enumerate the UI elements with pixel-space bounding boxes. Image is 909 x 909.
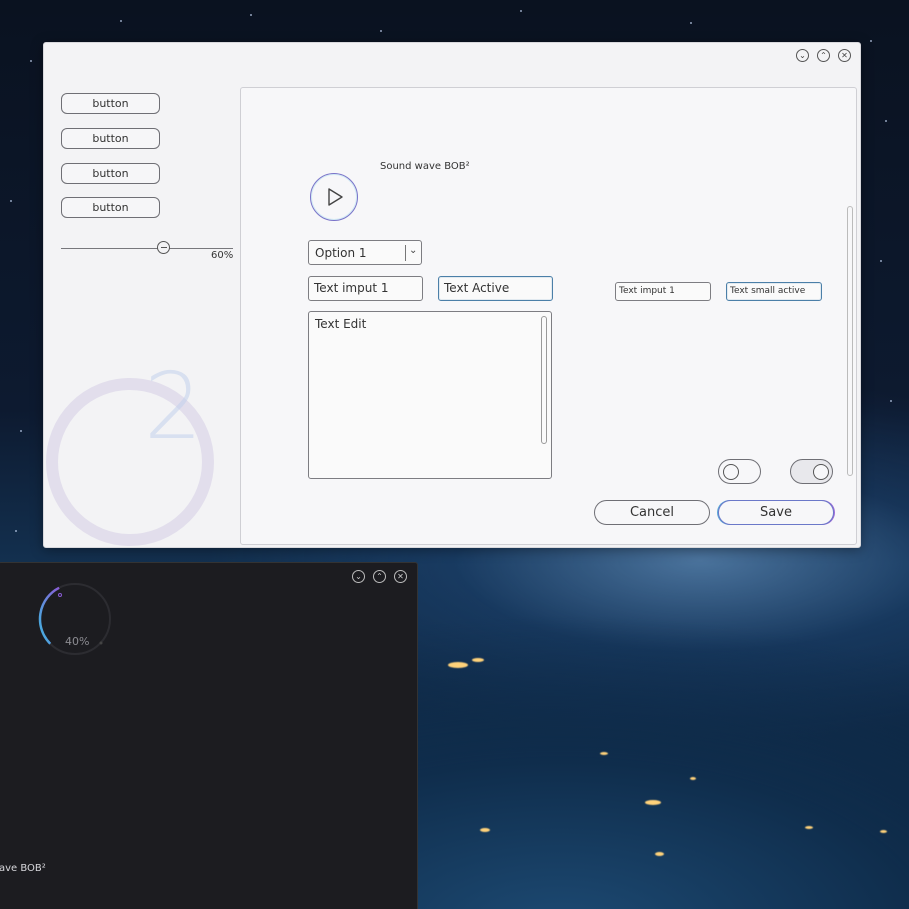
- dial-indicator: [58, 593, 62, 597]
- slider-value: 60%: [211, 250, 234, 261]
- close-icon: ✕: [397, 571, 404, 581]
- option-dropdown[interactable]: Option 1 ⌄: [308, 240, 422, 265]
- dropdown-value: Option 1: [315, 246, 367, 260]
- light-window: ⌄ ⌃ ✕ 2 button button button button 60% …: [43, 42, 861, 548]
- toggle-knob: [723, 464, 739, 480]
- panel-scrollbar[interactable]: [847, 206, 853, 476]
- window-controls: ⌄ ⌃ ✕: [796, 49, 851, 62]
- side-button-3[interactable]: button: [61, 163, 160, 184]
- chevron-up-icon: ⌃: [376, 571, 383, 581]
- maximize-button[interactable]: ⌃: [373, 570, 386, 583]
- text-edit-area[interactable]: Text Edit: [308, 311, 552, 479]
- slider-handle[interactable]: [157, 241, 171, 254]
- text-input-small-active[interactable]: Text small active: [726, 282, 822, 301]
- maximize-button[interactable]: ⌃: [817, 49, 830, 62]
- side-button-1[interactable]: button: [61, 93, 160, 114]
- minimize-button[interactable]: ⌄: [352, 570, 365, 583]
- close-button[interactable]: ✕: [394, 570, 407, 583]
- play-button[interactable]: [310, 173, 358, 221]
- cancel-button[interactable]: Cancel: [594, 500, 710, 525]
- chevron-up-icon: ⌃: [820, 50, 827, 60]
- dial-arc: [38, 586, 60, 645]
- chevron-down-icon: ⌄: [355, 571, 362, 581]
- toggle-off[interactable]: [718, 459, 761, 484]
- window-controls: ⌄ ⌃ ✕: [352, 570, 407, 583]
- content-panel: Sound wave BOB² Option 1 ⌄ Text imput 1 …: [240, 87, 857, 545]
- decorative-logo-2: 2: [144, 353, 203, 460]
- play-icon: [328, 188, 343, 206]
- toggle-knob: [813, 464, 829, 480]
- dropdown-separator: [405, 245, 406, 261]
- minimize-button[interactable]: ⌄: [796, 49, 809, 62]
- sound-wave-title: ave BOB²: [0, 863, 46, 874]
- text-edit-scrollbar[interactable]: [541, 316, 547, 444]
- chevron-down-icon: ⌄: [409, 245, 418, 256]
- dial-end-marker: [99, 641, 103, 645]
- side-button-2[interactable]: button: [61, 128, 160, 149]
- dial-value: 40%: [65, 635, 90, 648]
- side-button-4[interactable]: button: [61, 197, 160, 218]
- sound-wave-visualizer: [12, 885, 350, 909]
- text-edit-content: Text Edit: [315, 317, 367, 331]
- close-icon: ✕: [841, 50, 848, 60]
- save-button[interactable]: Save: [718, 500, 834, 525]
- sound-wave-visualizer: [381, 196, 770, 224]
- chevron-down-icon: ⌄: [799, 50, 806, 60]
- text-input-small[interactable]: Text imput 1: [615, 282, 711, 301]
- text-input-1[interactable]: Text imput 1: [308, 276, 423, 301]
- slider-track[interactable]: [61, 248, 233, 249]
- toggle-on[interactable]: [790, 459, 833, 484]
- close-button[interactable]: ✕: [838, 49, 851, 62]
- dark-window: ⌄ ⌃ ✕ 40% ave BOB²: [0, 562, 418, 909]
- text-input-active[interactable]: Text Active: [438, 276, 553, 301]
